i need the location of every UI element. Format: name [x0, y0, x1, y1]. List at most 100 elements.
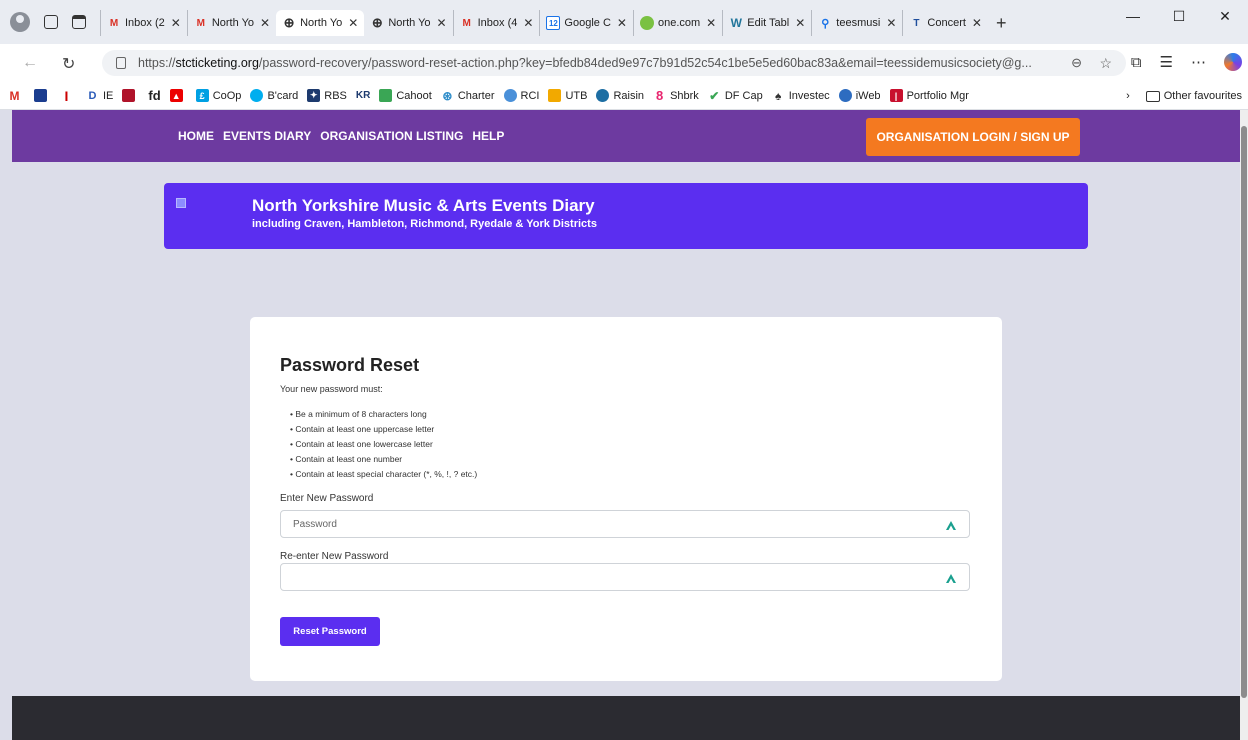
tab-bar-left-controls	[10, 12, 86, 32]
new-tab-button[interactable]: +	[988, 10, 1015, 36]
tab-1[interactable]: M North Yo ✕	[186, 10, 276, 36]
more-menu-icon[interactable]: ⋯	[1191, 53, 1206, 71]
flag-icon	[34, 89, 47, 102]
site-footer	[12, 696, 1240, 740]
tab-7[interactable]: W Edit Tabl ✕	[722, 10, 811, 36]
close-tab-icon[interactable]: ✕	[171, 16, 181, 30]
new-password-field[interactable]: Password	[280, 510, 970, 538]
new-password-placeholder: Password	[293, 518, 337, 530]
bookmark-charter[interactable]: ⊛ Charter	[441, 89, 494, 103]
bookmark-investec[interactable]: ♠ Investec	[772, 88, 830, 103]
bookmark-kr[interactable]: KR	[356, 90, 370, 101]
profile-avatar-icon[interactable]	[10, 12, 30, 32]
cahoot-icon	[379, 89, 393, 102]
kr-icon: KR	[355, 90, 371, 101]
close-tab-icon[interactable]: ✕	[260, 16, 270, 30]
tab-0[interactable]: M Inbox (2 ✕	[100, 10, 187, 36]
list-item: Contain at least special character (*, %…	[290, 467, 477, 482]
password-manager-icon[interactable]	[945, 519, 957, 531]
other-favourites-folder[interactable]: Other favourites	[1145, 90, 1242, 102]
raisin-icon	[596, 89, 610, 102]
window-controls: — ☐ ✕	[1110, 8, 1248, 25]
bookmark-rci[interactable]: RCI	[503, 89, 539, 102]
portfolio-icon: |	[889, 89, 903, 102]
bookmark-fd[interactable]: fd	[148, 88, 160, 103]
bookmark-gmail[interactable]: M	[8, 89, 25, 103]
bookmark-iweb[interactable]: iWeb	[838, 89, 881, 102]
maximize-icon[interactable]: ☐	[1156, 8, 1202, 25]
ie-icon: D	[88, 89, 97, 102]
tab-2-active[interactable]: ⊕ North Yo ✕	[276, 10, 365, 36]
requirements-list: Be a minimum of 8 characters long Contai…	[290, 407, 477, 482]
close-tab-icon[interactable]: ✕	[886, 16, 896, 30]
nav-help[interactable]: HELP	[472, 129, 504, 143]
bookmark-raisin[interactable]: Raisin	[596, 89, 644, 102]
tab-actions-icon[interactable]	[72, 15, 86, 29]
bookmark-santander[interactable]: ▲	[169, 89, 187, 102]
requirements-intro: Your new password must:	[280, 384, 383, 394]
back-icon[interactable]: ←	[22, 54, 38, 72]
list-item: Contain at least one number	[290, 452, 477, 467]
tab-8[interactable]: ⚲ teesmusi ✕	[811, 10, 902, 36]
confirm-password-field[interactable]	[280, 563, 970, 591]
zoom-icon[interactable]: ⊖	[1071, 55, 1082, 71]
close-window-icon[interactable]: ✕	[1202, 8, 1248, 25]
close-tab-icon[interactable]: ✕	[972, 16, 982, 30]
close-tab-icon[interactable]: ✕	[706, 16, 716, 30]
extensions-icon[interactable]: ⧉	[1131, 54, 1142, 71]
password-manager-icon[interactable]	[945, 572, 957, 584]
close-tab-icon[interactable]: ✕	[617, 16, 627, 30]
workspaces-icon[interactable]	[44, 15, 58, 29]
tab-5[interactable]: 12 Google C ✕	[539, 10, 633, 36]
site-nav: HOME EVENTS DIARY ORGANISATION LISTING H…	[178, 129, 504, 143]
nav-events-diary[interactable]: EVENTS DIARY	[223, 129, 311, 143]
bookmark-coop[interactable]: £ CoOp	[195, 89, 241, 102]
bookmark-rbs[interactable]: ✦ RBS	[307, 89, 347, 102]
organisation-login-button[interactable]: ORGANISATION LOGIN / SIGN UP	[866, 118, 1080, 156]
site-info-icon[interactable]	[116, 57, 126, 69]
search-icon: ⚲	[821, 17, 830, 30]
chevron-right-icon[interactable]: ›	[1126, 90, 1130, 102]
close-tab-icon[interactable]: ✕	[437, 16, 447, 30]
nav-home[interactable]: HOME	[178, 129, 214, 143]
tab-strip: M Inbox (2 ✕ M North Yo ✕ ⊕ North Yo ✕ ⊕ North …	[100, 10, 1015, 36]
list-item: Contain at least one uppercase letter	[290, 422, 477, 437]
nav-organisation-listing[interactable]: ORGANISATION LISTING	[320, 129, 463, 143]
bookmark-flag[interactable]	[34, 89, 51, 102]
tab-9[interactable]: T Concert ✕	[902, 10, 988, 36]
close-tab-icon[interactable]: ✕	[523, 16, 533, 30]
bookmark-shbrk[interactable]: 8 Shbrk	[653, 88, 699, 103]
bookmark-times[interactable]: I	[60, 88, 77, 104]
bookmark-ie[interactable]: D IE	[86, 89, 114, 102]
close-tab-icon[interactable]: ✕	[348, 16, 358, 30]
dfcap-icon: ✔	[709, 88, 720, 103]
coop-icon: £	[195, 89, 209, 102]
copilot-icon[interactable]	[1224, 53, 1242, 71]
url-field[interactable]: https://stcticketing.org/password-recove…	[102, 50, 1126, 76]
tab-6[interactable]: one.com ✕	[632, 10, 722, 36]
bookmark-cahoot[interactable]: Cahoot	[379, 89, 432, 102]
scrollbar-thumb[interactable]	[1241, 126, 1247, 698]
site-header: HOME EVENTS DIARY ORGANISATION LISTING H…	[12, 110, 1240, 162]
iweb-icon	[838, 89, 852, 102]
bookmark-bcard[interactable]: B'card	[250, 89, 298, 102]
folder-icon	[1145, 90, 1160, 102]
bookmark-portfolio[interactable]: | Portfolio Mgr	[889, 89, 969, 102]
minimize-icon[interactable]: —	[1110, 8, 1156, 25]
gmail-icon: M	[462, 17, 471, 29]
bookmark-utb[interactable]: UTB	[548, 89, 587, 102]
favorite-star-icon[interactable]: ☆	[1099, 55, 1112, 72]
close-tab-icon[interactable]: ✕	[795, 16, 805, 30]
page-title: Password Reset	[280, 355, 420, 375]
investec-icon: ♠	[775, 88, 782, 103]
bookmark-app[interactable]	[122, 89, 139, 102]
favorites-icon[interactable]: ☰	[1160, 53, 1173, 71]
reset-password-button[interactable]: Reset Password	[280, 617, 380, 646]
refresh-icon[interactable]: ↻	[62, 54, 75, 74]
tab-4[interactable]: M Inbox (4 ✕	[452, 10, 540, 36]
page-scrollbar[interactable]	[1240, 110, 1248, 740]
tab-3[interactable]: ⊕ North Yo ✕	[364, 10, 452, 36]
list-item: Be a minimum of 8 characters long	[290, 407, 477, 422]
bookmark-dfcap[interactable]: ✔ DF Cap	[708, 88, 762, 103]
barclaycard-icon	[250, 89, 264, 102]
